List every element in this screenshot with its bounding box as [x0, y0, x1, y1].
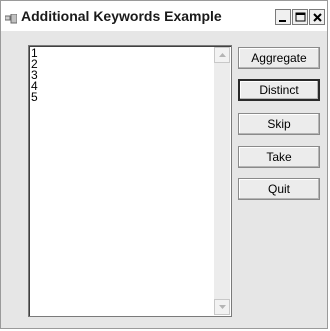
- quit-button[interactable]: Quit: [238, 178, 320, 200]
- scroll-down-button[interactable]: [214, 299, 230, 315]
- app-window: Additional Keywords Example 1 2 3 4 5 Ag…: [0, 0, 328, 329]
- close-button[interactable]: [309, 9, 325, 25]
- minimize-icon: [279, 20, 286, 22]
- aggregate-button[interactable]: Aggregate: [238, 47, 320, 69]
- maximize-icon: [295, 12, 306, 22]
- minimize-button[interactable]: [275, 9, 291, 25]
- title-bar[interactable]: Additional Keywords Example: [1, 1, 327, 31]
- skip-button[interactable]: Skip: [238, 113, 320, 135]
- scroll-up-arrow-icon: [219, 53, 226, 57]
- vertical-scrollbar[interactable]: [214, 47, 230, 315]
- take-button[interactable]: Take: [238, 146, 320, 168]
- maximize-button[interactable]: [292, 9, 308, 25]
- list-items: 1 2 3 4 5: [31, 47, 38, 103]
- window-title: Additional Keywords Example: [21, 8, 222, 24]
- app-icon: [4, 11, 18, 24]
- numbers-listbox[interactable]: 1 2 3 4 5: [28, 45, 232, 317]
- scroll-up-button[interactable]: [214, 47, 230, 63]
- close-icon: [313, 13, 322, 22]
- window-controls: [274, 9, 325, 25]
- distinct-button[interactable]: Distinct: [238, 79, 320, 101]
- scroll-down-arrow-icon: [219, 305, 226, 309]
- list-item[interactable]: 5: [31, 91, 38, 103]
